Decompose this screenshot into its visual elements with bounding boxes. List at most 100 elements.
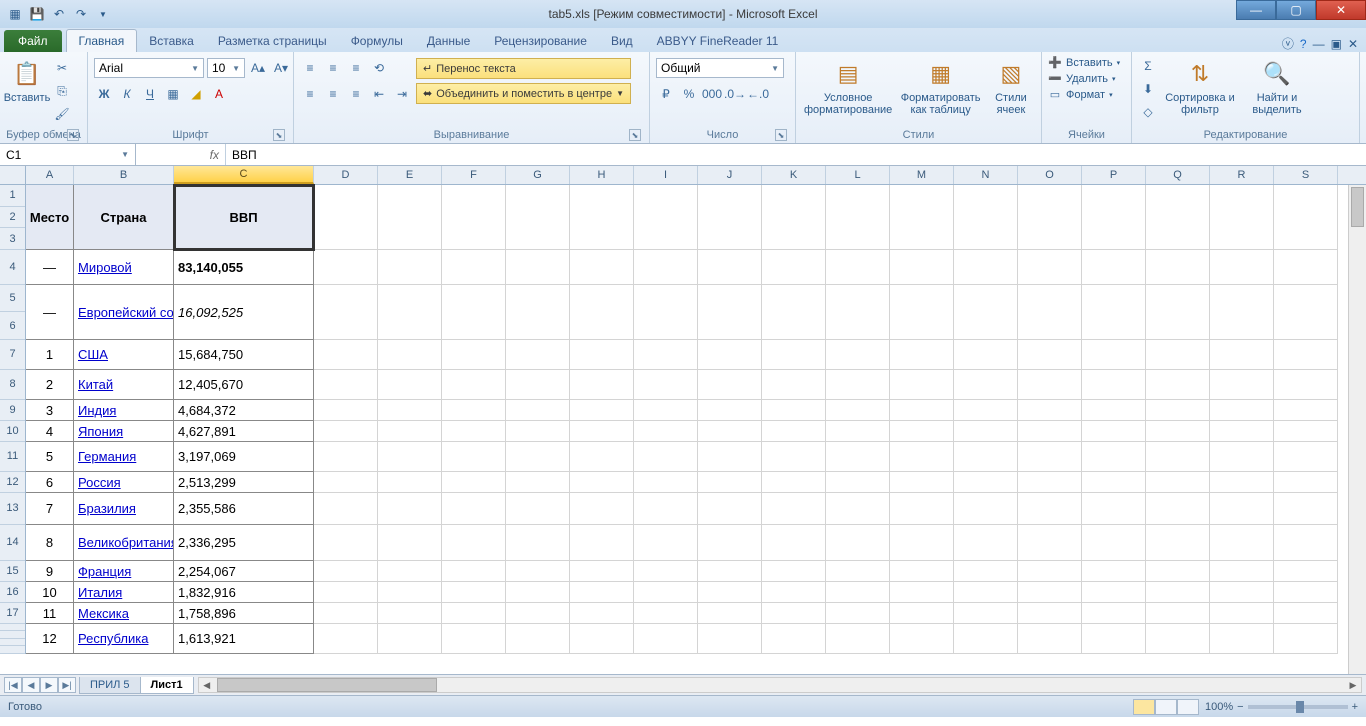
cell[interactable]	[1018, 340, 1082, 370]
cell[interactable]	[954, 442, 1018, 472]
doc-minimize-icon[interactable]: —	[1313, 37, 1325, 51]
cell[interactable]	[570, 285, 634, 340]
cell[interactable]	[698, 285, 762, 340]
cell[interactable]	[890, 185, 954, 250]
row-header[interactable]: 8	[0, 370, 25, 400]
cell[interactable]: 2,513,299	[174, 472, 314, 493]
row-header[interactable]: 14	[0, 525, 25, 561]
cell[interactable]	[314, 493, 378, 525]
zoom-out-button[interactable]: −	[1237, 701, 1243, 713]
cell[interactable]	[1210, 442, 1274, 472]
paste-button[interactable]: 📋 Вставить	[6, 54, 48, 104]
next-sheet-icon[interactable]: ▶	[40, 677, 58, 693]
cell[interactable]	[762, 472, 826, 493]
cell[interactable]: 10	[26, 582, 74, 603]
cell[interactable]	[954, 624, 1018, 654]
cell[interactable]	[634, 250, 698, 285]
cell[interactable]	[1018, 250, 1082, 285]
cell-styles-button[interactable]: ▧ Стили ячеек	[987, 54, 1035, 116]
cell[interactable]	[1210, 624, 1274, 654]
cell[interactable]	[314, 442, 378, 472]
zoom-level[interactable]: 100%	[1205, 701, 1233, 713]
cell[interactable]	[826, 421, 890, 442]
cell[interactable]: 12,405,670	[174, 370, 314, 400]
clipboard-dialog-icon[interactable]: ⬊	[67, 129, 79, 141]
cell[interactable]: 5	[26, 442, 74, 472]
number-format-combo[interactable]: Общий▼	[656, 58, 784, 78]
cell[interactable]	[314, 582, 378, 603]
cell[interactable]: США	[74, 340, 174, 370]
cell[interactable]	[1082, 603, 1146, 624]
first-sheet-icon[interactable]: |◀	[4, 677, 22, 693]
cell[interactable]	[762, 185, 826, 250]
cell[interactable]	[570, 624, 634, 654]
cell[interactable]	[954, 400, 1018, 421]
row-header[interactable]: 16	[0, 582, 25, 603]
row-header[interactable]: 4	[0, 250, 25, 285]
cell[interactable]: 1	[26, 340, 74, 370]
ribbon-tab-1[interactable]: Вставка	[137, 30, 206, 52]
cell[interactable]: Россия	[74, 472, 174, 493]
cell[interactable]	[506, 525, 570, 561]
cell[interactable]	[1146, 561, 1210, 582]
cell[interactable]	[890, 493, 954, 525]
cell[interactable]	[1210, 421, 1274, 442]
cell[interactable]: Великобритания	[74, 525, 174, 561]
select-all-corner[interactable]	[0, 166, 26, 185]
cell[interactable]	[634, 603, 698, 624]
col-header-D[interactable]: D	[314, 166, 378, 184]
row-header[interactable]	[0, 646, 25, 654]
cell[interactable]	[954, 185, 1018, 250]
cell[interactable]	[762, 582, 826, 603]
cell[interactable]	[1274, 442, 1338, 472]
cell[interactable]	[1210, 525, 1274, 561]
cell[interactable]: Япония	[74, 421, 174, 442]
cell[interactable]: Европейский союз	[74, 285, 174, 340]
page-break-view-button[interactable]	[1177, 699, 1199, 715]
normal-view-button[interactable]	[1133, 699, 1155, 715]
cell[interactable]	[954, 525, 1018, 561]
cell[interactable]	[378, 370, 442, 400]
cell[interactable]	[442, 624, 506, 654]
ribbon-tab-6[interactable]: Вид	[599, 30, 645, 52]
cell[interactable]	[634, 340, 698, 370]
row-header[interactable]: 15	[0, 561, 25, 582]
font-dialog-icon[interactable]: ⬊	[273, 129, 285, 141]
cell[interactable]: 1,832,916	[174, 582, 314, 603]
align-middle-icon[interactable]: ≡	[323, 58, 343, 78]
cell[interactable]	[506, 442, 570, 472]
grid-body[interactable]: МестоСтранаВВП—Мировой83,140,055—Европей…	[26, 185, 1366, 654]
cell[interactable]	[1274, 185, 1338, 250]
cell[interactable]	[1146, 442, 1210, 472]
cell[interactable]	[570, 185, 634, 250]
cell[interactable]	[698, 624, 762, 654]
col-header-L[interactable]: L	[826, 166, 890, 184]
cell[interactable]	[1210, 340, 1274, 370]
cell[interactable]: Китай	[74, 370, 174, 400]
cell[interactable]	[506, 285, 570, 340]
cell[interactable]	[378, 285, 442, 340]
cell[interactable]	[698, 185, 762, 250]
copy-icon[interactable]: ⎘	[52, 81, 72, 101]
cell[interactable]	[890, 400, 954, 421]
cell[interactable]	[634, 582, 698, 603]
cell[interactable]	[634, 624, 698, 654]
align-bottom-icon[interactable]: ≡	[346, 58, 366, 78]
cell[interactable]	[570, 442, 634, 472]
cell[interactable]	[698, 582, 762, 603]
cell[interactable]	[506, 603, 570, 624]
cell[interactable]	[954, 340, 1018, 370]
increase-font-icon[interactable]: A▴	[248, 58, 268, 78]
row-header[interactable]	[0, 624, 25, 632]
cell[interactable]	[1082, 400, 1146, 421]
cell[interactable]	[314, 340, 378, 370]
cut-icon[interactable]: ✂	[52, 58, 72, 78]
col-header-Q[interactable]: Q	[1146, 166, 1210, 184]
cell[interactable]	[570, 525, 634, 561]
cell[interactable]: Индия	[74, 400, 174, 421]
cell[interactable]	[1082, 582, 1146, 603]
cell[interactable]	[954, 493, 1018, 525]
ribbon-tab-3[interactable]: Формулы	[339, 30, 415, 52]
cell[interactable]	[314, 185, 378, 250]
cell[interactable]	[1210, 285, 1274, 340]
